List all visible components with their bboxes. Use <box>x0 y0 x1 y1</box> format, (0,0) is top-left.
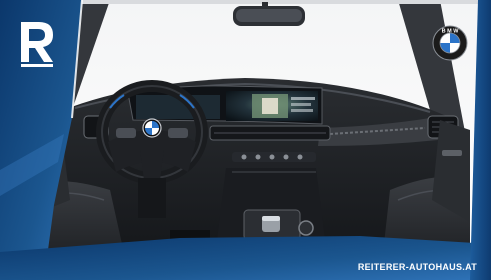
reiterer-r-logo-icon <box>15 18 61 68</box>
bmw-roundel-icon: B M W <box>432 25 468 61</box>
car-interior-photo-frame: B M W REITERER-AUTOHAUS.AT <box>0 0 491 280</box>
svg-text:B M W: B M W <box>442 29 460 35</box>
car-interior-photo <box>0 0 491 280</box>
dealer-website-text: REITERER-AUTOHAUS.AT <box>357 262 477 272</box>
